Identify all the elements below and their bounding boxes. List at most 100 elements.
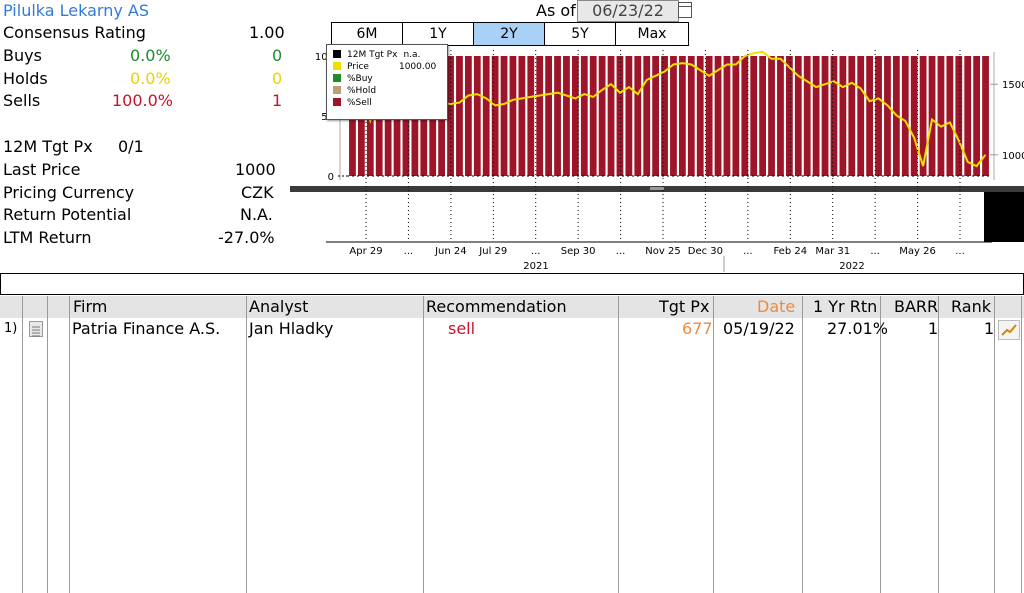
as-of-label: As of: [536, 1, 576, 20]
column-divider: [1021, 296, 1022, 593]
column-divider: [880, 296, 881, 593]
column-divider: [423, 296, 424, 593]
x-tick-label: ...: [404, 246, 414, 257]
tgt-px-value: 0/1: [118, 137, 144, 156]
cell-firm: Patria Finance A.S.: [72, 319, 221, 338]
sell-bar: [456, 56, 463, 176]
left-tick-label: 0: [328, 172, 334, 183]
sell-bar: [848, 56, 856, 176]
legend-label: 12M Tgt Px: [347, 50, 398, 60]
sell-bar: [901, 56, 909, 176]
cell-analyst: Jan Hladky: [249, 319, 334, 338]
table-header: Firm Analyst Recommendation Tgt Px Date …: [0, 296, 1024, 318]
ltm-return-value: -27.0%: [218, 228, 275, 247]
holds-pct: 0.0%: [130, 69, 171, 88]
sell-bar: [866, 56, 874, 176]
col-rank[interactable]: Rank: [951, 296, 991, 318]
chart-trend-icon[interactable]: [998, 320, 1020, 340]
x-tick-label: Feb 24: [773, 246, 807, 257]
x-tick-label: ...: [531, 246, 541, 257]
document-icon[interactable]: [29, 321, 43, 337]
holds-count: 0: [272, 69, 283, 88]
holds-label: Holds: [3, 69, 48, 88]
sell-bar: [696, 56, 704, 176]
col-recommendation[interactable]: Recommendation: [426, 296, 567, 318]
sell-bar: [536, 56, 544, 176]
col-firm[interactable]: Firm: [73, 296, 107, 318]
sell-bar: [741, 56, 749, 176]
sell-bar: [973, 56, 981, 176]
x-tick-label: Mar 31: [815, 246, 850, 257]
x-tick-label: ...: [955, 246, 965, 257]
row-number: 1): [4, 321, 18, 336]
column-divider: [618, 296, 619, 593]
ltm-return-label: LTM Return: [3, 228, 92, 247]
legend-value: n.a.: [403, 50, 421, 60]
sell-bar: [598, 56, 606, 176]
sell-bar: [563, 56, 570, 176]
col-barr[interactable]: BARR: [894, 296, 938, 318]
sell-bar: [910, 56, 918, 176]
consensus-label: Consensus Rating: [3, 23, 146, 42]
sell-bar: [634, 56, 642, 176]
x-tick-label: Nov 25: [645, 246, 680, 257]
column-divider: [246, 296, 247, 593]
buys-count: 0: [272, 46, 283, 65]
legend-label: %Buy: [347, 74, 373, 84]
sell-bar: [464, 56, 472, 176]
cell-rank: 1: [984, 319, 995, 338]
cell-date: 05/19/22: [723, 319, 795, 338]
x-tick-label: Sep 30: [561, 246, 596, 257]
right-tick-label: 1000: [1002, 151, 1024, 162]
legend-item: %Hold: [327, 85, 447, 97]
sell-bar: [839, 56, 847, 176]
col-date[interactable]: Date: [757, 296, 795, 318]
sell-bar: [875, 56, 882, 176]
sell-bar: [554, 56, 561, 176]
currency-value: CZK: [241, 183, 274, 202]
legend-label: %Hold: [347, 86, 377, 96]
x-tick-label: ...: [616, 246, 626, 257]
sell-bar: [625, 56, 633, 176]
sell-bar: [723, 56, 731, 176]
sells-pct: 100.0%: [112, 91, 174, 110]
col-tgt-px[interactable]: Tgt Px: [659, 296, 709, 318]
sell-bar: [491, 56, 499, 176]
legend-item: %Sell: [327, 97, 447, 109]
calendar-icon[interactable]: [678, 2, 692, 18]
sell-bar: [670, 56, 677, 176]
buys-pct: 0.0%: [130, 46, 171, 65]
sell-bar: [830, 56, 838, 176]
return-potential-label: Return Potential: [3, 205, 132, 224]
sells-label: Sells: [3, 91, 41, 110]
sell-bar: [857, 56, 865, 176]
cell-tgt-px: 677: [682, 319, 713, 338]
year-label: 2021: [523, 261, 548, 272]
legend-item: Price 1000.00: [327, 61, 447, 73]
legend-item: %Buy: [327, 73, 447, 85]
column-divider: [802, 296, 803, 593]
legend-swatch-icon: [333, 74, 341, 82]
sell-bar: [580, 56, 588, 176]
col-analyst[interactable]: Analyst: [249, 296, 308, 318]
tgt-px-label: 12M Tgt Px: [3, 137, 93, 156]
last-price-label: Last Price: [3, 160, 81, 179]
as-of-date-input[interactable]: 06/23/22: [577, 0, 679, 22]
cell-1yr-rtn: 27.01%: [827, 319, 889, 338]
sell-bar: [768, 56, 775, 176]
sell-bar: [607, 56, 615, 176]
security-name: Pilulka Lekarny AS: [3, 1, 150, 20]
x-tick-label: Apr 29: [349, 246, 382, 257]
column-divider: [713, 296, 714, 593]
sell-bar: [785, 56, 793, 176]
column-divider: [69, 296, 70, 593]
cell-recommendation: sell: [448, 319, 476, 338]
sell-bar: [812, 56, 820, 176]
sell-bar: [884, 56, 891, 176]
legend-label: Price: [347, 62, 369, 72]
filter-bar[interactable]: [0, 273, 1024, 295]
col-1yr-rtn[interactable]: 1 Yr Rtn: [813, 296, 877, 318]
currency-label: Pricing Currency: [3, 183, 135, 202]
sell-bar: [643, 56, 651, 176]
sell-bar: [946, 56, 954, 176]
